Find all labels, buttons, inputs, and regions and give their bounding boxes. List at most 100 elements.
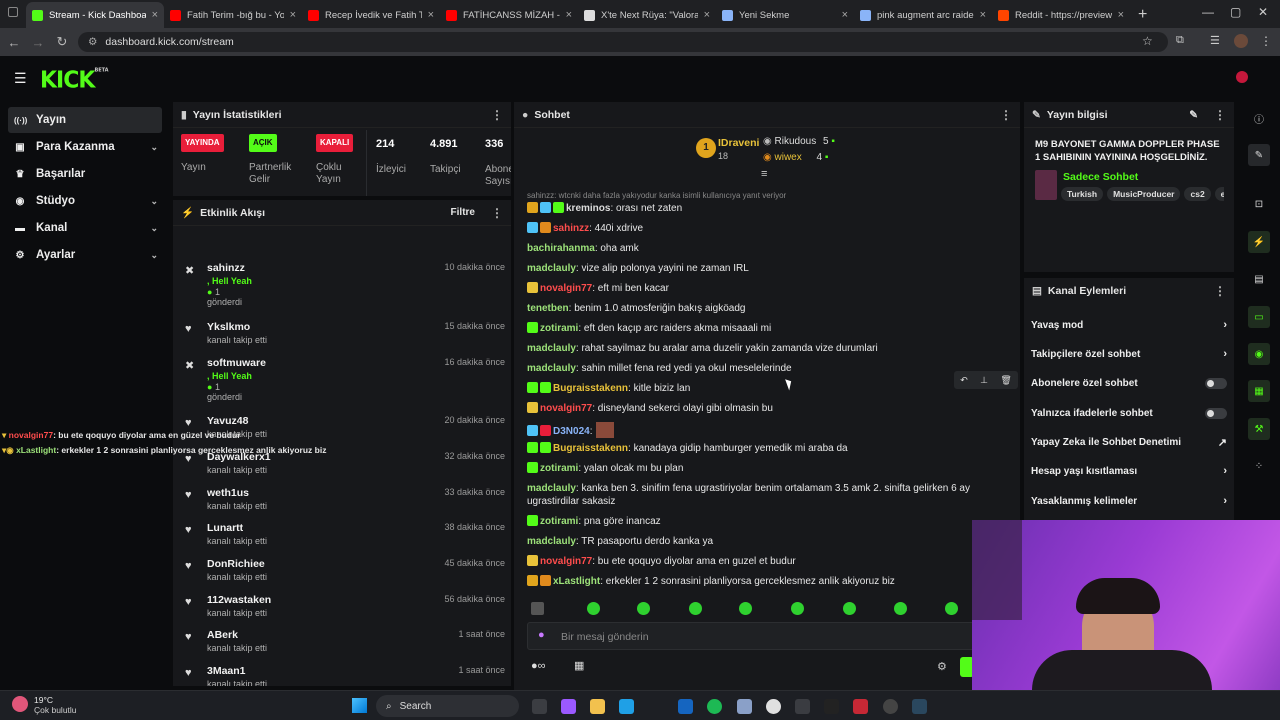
chat-username[interactable]: xLastlight	[553, 576, 600, 587]
edit-pencil-icon[interactable]: ✎	[1189, 109, 1198, 121]
activity-username[interactable]: sahinzz	[207, 262, 245, 274]
activity-username[interactable]: ABerk	[207, 629, 238, 641]
reply-icon[interactable]: ↶	[960, 375, 968, 386]
stats-menu-icon[interactable]: ⋮	[491, 108, 503, 122]
task-view-icon[interactable]	[532, 699, 547, 714]
toggle-switch[interactable]	[1205, 377, 1227, 389]
emote-icon[interactable]	[637, 602, 650, 615]
obs-icon[interactable]	[883, 699, 898, 714]
emote-icon[interactable]	[894, 602, 907, 615]
third-gifter[interactable]: ◉ wiwex 4 ▪	[763, 152, 828, 163]
sidebar-item-1[interactable]: ((·)) Yayın	[8, 107, 162, 133]
tab-close-icon[interactable]: ×	[980, 9, 986, 21]
delete-icon[interactable]: 🗑	[1000, 375, 1011, 386]
chevron-down-icon[interactable]: ⌄	[150, 250, 158, 261]
broadcast-signal-icon[interactable]: ◉	[1248, 343, 1270, 365]
chat-tools-icon[interactable]: ●∞	[531, 660, 546, 672]
bookmark-star-icon[interactable]: ☆	[1142, 34, 1153, 48]
chevron-down-icon[interactable]: ⌄	[150, 142, 158, 153]
close-window-icon[interactable]: ✕	[1258, 5, 1268, 19]
tab-close-icon[interactable]: ×	[1118, 9, 1124, 21]
chat-icon[interactable]: ▭	[1248, 306, 1270, 328]
minimize-icon[interactable]: —	[1202, 5, 1214, 19]
chat-input-box[interactable]: ● Bir mesaj gönderin	[527, 622, 983, 650]
sidebar-item-6[interactable]: ⚙ Ayarlar ⌄	[8, 242, 162, 268]
browser-menu-icon[interactable]: ⋮	[1260, 34, 1272, 48]
chat-settings-icon[interactable]: ⚙	[937, 660, 947, 673]
info-icon[interactable]: ⓘ	[1248, 107, 1270, 129]
sidebar-item-2[interactable]: ▣ Para Kazanma ⌄	[8, 134, 162, 160]
chevron-down-icon[interactable]: ⌄	[150, 223, 158, 234]
filter-button[interactable]: Filtre	[451, 207, 475, 218]
activity-username[interactable]: weth1us	[207, 487, 249, 499]
activity-username[interactable]: 112wastaken	[207, 594, 271, 606]
activity-username[interactable]: Yavuz48	[207, 415, 248, 427]
spotify-icon[interactable]	[707, 699, 722, 714]
chat-username[interactable]: zotirami	[540, 323, 578, 334]
emote-icon[interactable]	[689, 602, 702, 615]
site-info-icon[interactable]: ⚙	[88, 36, 97, 48]
stream-tag[interactable]: cs2	[1184, 187, 1211, 201]
chat-username[interactable]: madclauly	[527, 363, 576, 374]
browser-tab[interactable]: pink augment arc raiders ×	[854, 2, 992, 28]
browser-tab[interactable]: Fatih Terim -bığ bu - YouTube ×	[164, 2, 302, 28]
chevron-down-icon[interactable]: ⌄	[150, 196, 158, 207]
emote-icon[interactable]	[531, 602, 544, 615]
channel-action-item[interactable]: Yavaş mod ›	[1031, 316, 1227, 334]
weather-icon[interactable]	[12, 696, 28, 712]
activity-menu-icon[interactable]: ⋮	[491, 206, 503, 220]
emote-icon[interactable]	[791, 602, 804, 615]
chevron-right-icon[interactable]: ›	[1223, 465, 1227, 477]
second-gifter[interactable]: ◉ Rikudous 5 ▪	[763, 136, 835, 147]
chat-username[interactable]: tenetben	[527, 303, 569, 314]
steam-icon[interactable]	[912, 699, 927, 714]
sidebar-item-5[interactable]: ▬ Kanal ⌄	[8, 215, 162, 241]
channel-action-item[interactable]: Yapay Zeka ile Sohbet Denetimi ↗	[1031, 433, 1227, 451]
tab-close-icon[interactable]: ×	[704, 9, 710, 21]
tab-close-icon[interactable]: ×	[290, 9, 296, 21]
chat-username[interactable]: novalgin77	[540, 283, 592, 294]
hamburger-menu-icon[interactable]: ☰	[14, 70, 27, 87]
chat-username[interactable]: novalgin77	[540, 403, 592, 414]
category-name[interactable]: Sadece Sohbet	[1063, 171, 1138, 183]
document-icon[interactable]: ▤	[1248, 268, 1270, 290]
file-explorer-icon[interactable]	[590, 699, 605, 714]
sidebar-item-4[interactable]: ◉ Stüdyo ⌄	[8, 188, 162, 214]
channel-action-item[interactable]: Hesap yaşı kısıtlaması ›	[1031, 462, 1227, 480]
chevron-right-icon[interactable]: ›	[1223, 348, 1227, 360]
channel-action-item[interactable]: Abonelere özel sohbet	[1031, 374, 1227, 392]
chat-username[interactable]: madclauly	[527, 263, 576, 274]
channel-action-item[interactable]: Yasaklanmış kelimeler ›	[1031, 492, 1227, 510]
tool-icon[interactable]: ⚒	[1248, 418, 1270, 440]
chat-username[interactable]: Bugraisstakenn	[553, 443, 628, 454]
tab-search-icon[interactable]	[8, 7, 18, 17]
chrome-icon[interactable]	[766, 699, 781, 714]
tab-close-icon[interactable]: ×	[152, 9, 158, 21]
external-link-icon[interactable]: ↗	[1218, 436, 1227, 449]
maximize-icon[interactable]: ▢	[1230, 5, 1241, 19]
chat-username[interactable]: madclauly	[527, 343, 576, 354]
stream-tag[interactable]: Turkish	[1061, 187, 1104, 201]
lightning-icon[interactable]: ⚡	[1248, 231, 1270, 253]
chevron-right-icon[interactable]: ›	[1223, 319, 1227, 331]
activity-username[interactable]: 3Maan1	[207, 665, 246, 677]
capcut-icon[interactable]	[824, 699, 839, 714]
forward-icon[interactable]: →	[26, 35, 50, 50]
emote-icon[interactable]	[945, 602, 958, 615]
browser-tab[interactable]: Recep İvedik ve Fatih Terim ×	[302, 2, 440, 28]
layout-icon[interactable]: ▦	[1248, 380, 1270, 402]
chat-username[interactable]: D3N024	[553, 426, 590, 437]
emote-icon[interactable]	[843, 602, 856, 615]
user-avatar[interactable]	[1236, 71, 1248, 83]
tab-close-icon[interactable]: ×	[428, 9, 434, 21]
browser-tab[interactable]: X'te Next Rüya: "Valorant ×	[578, 2, 716, 28]
chat-username[interactable]: zotirami	[540, 463, 578, 474]
activity-username[interactable]: Lunartt	[207, 522, 243, 534]
taskbar-search[interactable]: ⌕ Search	[376, 695, 519, 717]
extensions-icon[interactable]: ⧉	[1176, 34, 1184, 47]
crop-icon[interactable]: ⊡	[1248, 193, 1270, 215]
sidebar-item-3[interactable]: ♛ Başarılar	[8, 161, 162, 187]
app-red-icon[interactable]	[853, 699, 868, 714]
activity-username[interactable]: DonRichiee	[207, 558, 265, 570]
chat-username[interactable]: novalgin77	[540, 556, 592, 567]
